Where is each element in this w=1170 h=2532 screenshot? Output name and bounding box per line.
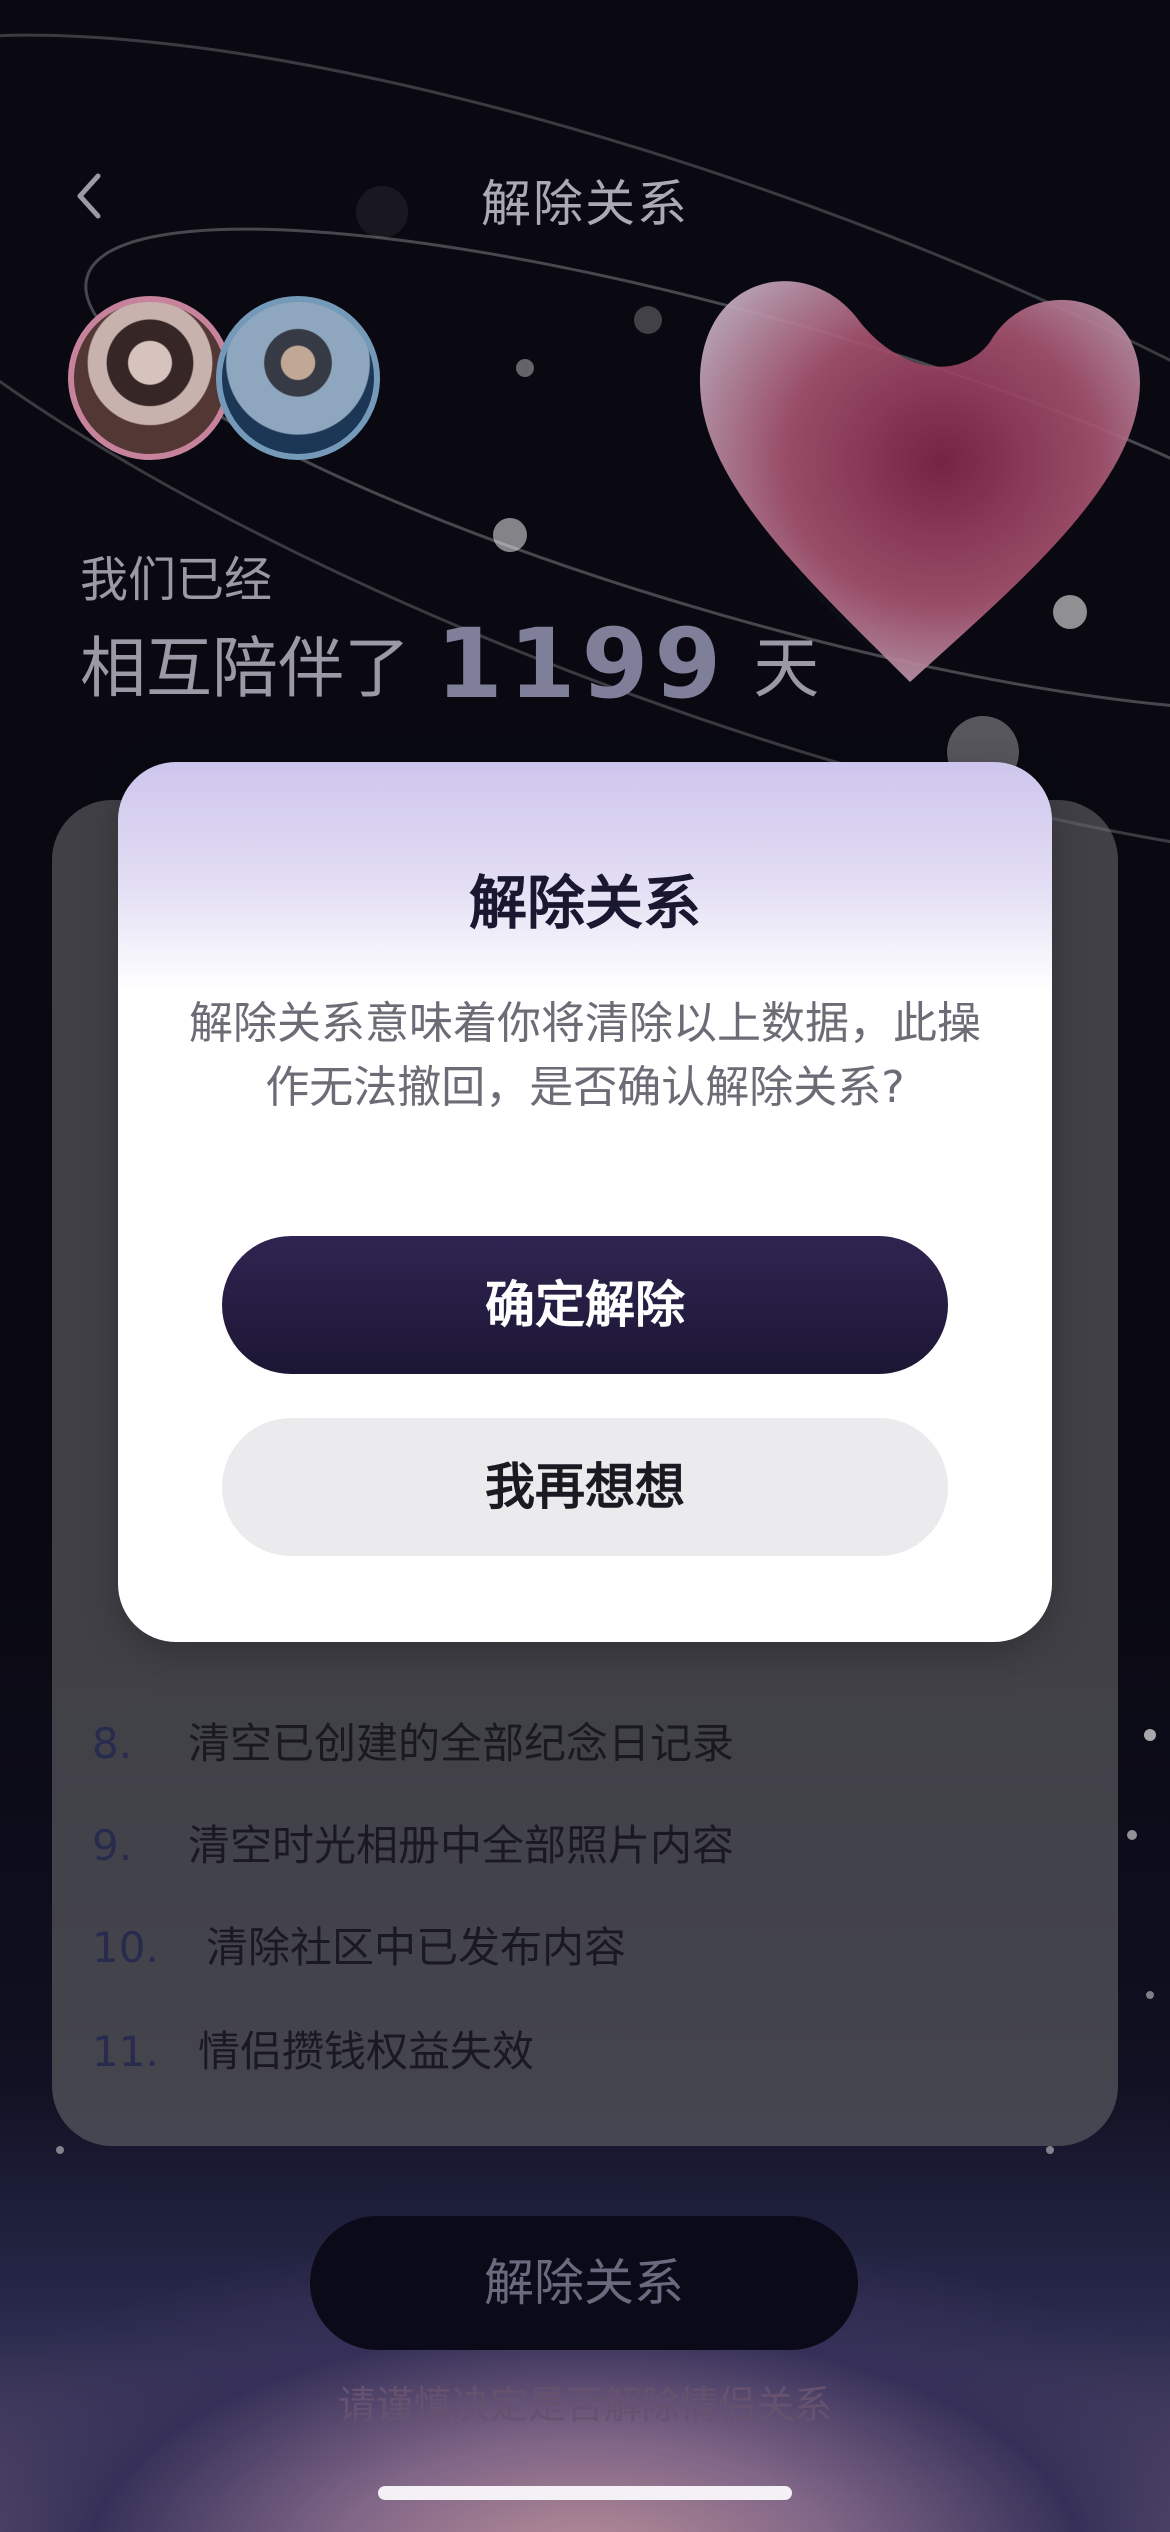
confirm-unbind-button[interactable]: 确定解除 — [222, 1236, 948, 1374]
dialog-message-line-1: 解除关系意味着你将清除以上数据，此操 — [189, 998, 981, 1049]
home-indicator[interactable] — [378, 2486, 792, 2500]
reconsider-button[interactable]: 我再想想 — [222, 1418, 948, 1556]
confirm-unbind-dialog: 解除关系 解除关系意味着你将清除以上数据，此操 作无法撤回，是否确认解除关系? … — [118, 762, 1052, 1642]
dialog-message-line-2: 作无法撤回，是否确认解除关系? — [265, 1062, 905, 1113]
dialog-message: 解除关系意味着你将清除以上数据，此操 作无法撤回，是否确认解除关系? — [158, 992, 1012, 1120]
dialog-title: 解除关系 — [468, 869, 701, 937]
